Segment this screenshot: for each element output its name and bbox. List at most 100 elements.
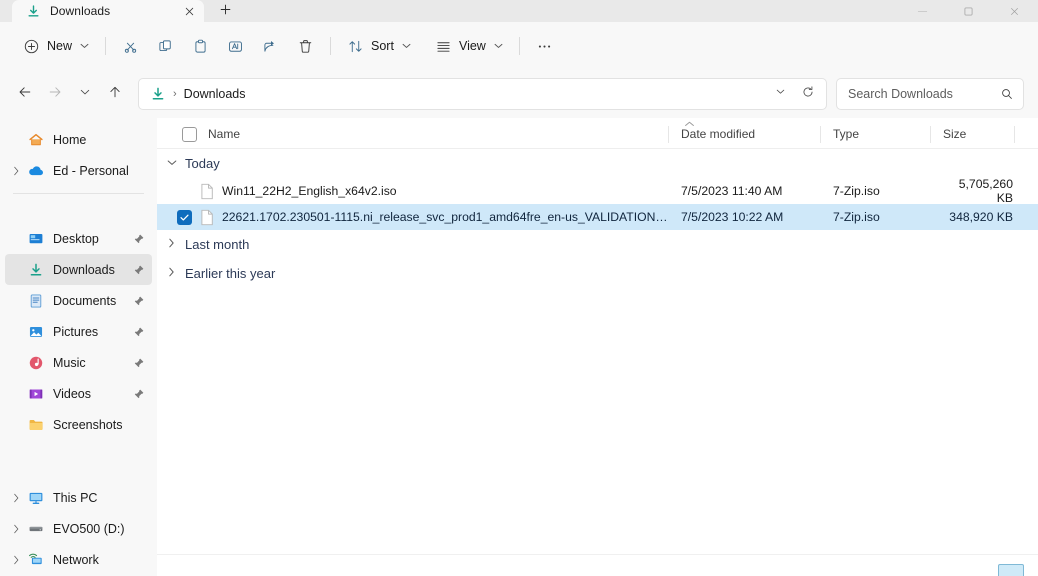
plus-icon <box>219 3 232 21</box>
sidebar-item-label: Downloads <box>53 262 115 277</box>
search-input[interactable]: Search Downloads <box>848 87 1000 101</box>
pictures-icon <box>27 323 44 340</box>
sidebar-item-pictures[interactable]: Pictures <box>5 316 152 347</box>
chevron-right-icon[interactable] <box>5 524 27 534</box>
sidebar-item-home[interactable]: Home <box>5 124 152 155</box>
chevron-right-icon[interactable] <box>165 267 178 280</box>
sidebar-item-label: Videos <box>53 386 91 401</box>
column-header-type-label: Type <box>833 127 860 141</box>
chevron-down-icon <box>80 42 89 51</box>
music-icon <box>27 354 44 371</box>
more-options-button[interactable] <box>527 30 562 62</box>
breadcrumb-history-button[interactable] <box>766 80 794 108</box>
sidebar-item-this-pc[interactable]: This PC <box>5 482 152 513</box>
minimize-button[interactable] <box>899 0 945 22</box>
row-checkbox[interactable] <box>177 184 192 199</box>
file-name-cell[interactable]: 22621.1702.230501-1115.ni_release_svc_pr… <box>157 209 669 226</box>
sort-button[interactable]: Sort <box>338 30 420 62</box>
group-header-today[interactable]: Today <box>157 149 1038 178</box>
navigation-pane: Home Ed - Personal Desktop Downloads Doc… <box>0 118 157 576</box>
table-row[interactable]: Win11_22H2_English_x64v2.iso 7/5/2023 11… <box>157 177 1038 205</box>
recent-locations-button[interactable] <box>70 79 100 109</box>
trash-icon <box>297 38 314 55</box>
sidebar-item-screenshots[interactable]: Screenshots <box>5 409 152 440</box>
scissors-icon <box>122 38 139 55</box>
sidebar-item-label: Music <box>53 355 86 370</box>
column-header-date-label: Date modified <box>681 127 756 141</box>
details-view-icon[interactable] <box>998 564 1024 576</box>
breadcrumb-bar[interactable]: › Downloads <box>138 78 827 110</box>
group-label: Earlier this year <box>185 266 276 281</box>
refresh-icon <box>801 85 815 104</box>
chevron-down-icon <box>78 85 92 104</box>
drive-icon <box>27 520 44 537</box>
file-name-cell[interactable]: Win11_22H2_English_x64v2.iso <box>157 183 669 200</box>
magnifier-icon <box>1000 87 1014 101</box>
rename-button[interactable] <box>218 30 253 62</box>
pin-icon[interactable] <box>132 357 146 369</box>
pin-icon[interactable] <box>132 388 146 400</box>
delete-button[interactable] <box>288 30 323 62</box>
onedrive-cloud-icon <box>27 162 44 179</box>
sidebar-item-videos[interactable]: Videos <box>5 378 152 409</box>
chevron-right-icon[interactable] <box>5 166 27 176</box>
paste-button[interactable] <box>183 30 218 62</box>
sidebar-item-network[interactable]: Network <box>5 544 152 575</box>
tab-downloads[interactable]: Downloads <box>12 0 204 22</box>
pin-icon[interactable] <box>132 295 146 307</box>
paste-icon <box>192 38 209 55</box>
desktop-icon <box>27 230 44 247</box>
cut-button[interactable] <box>113 30 148 62</box>
new-tab-button[interactable] <box>208 2 242 22</box>
command-bar: New Sort View <box>0 22 1038 70</box>
breadcrumb-downloads[interactable]: Downloads <box>184 87 246 101</box>
sidebar-item-label: This PC <box>53 490 98 505</box>
new-button[interactable]: New <box>14 30 98 62</box>
pin-icon[interactable] <box>132 233 146 245</box>
sidebar-item-desktop[interactable]: Desktop <box>5 223 152 254</box>
column-header-size[interactable]: Size <box>931 120 1015 149</box>
column-header-name[interactable]: Name <box>157 120 669 149</box>
file-explorer-window: Downloads New Sort View › Downloads Sear… <box>0 0 1038 576</box>
chevron-right-icon[interactable] <box>5 493 27 503</box>
view-button[interactable]: View <box>426 30 512 62</box>
sidebar-item-music[interactable]: Music <box>5 347 152 378</box>
share-button[interactable] <box>253 30 288 62</box>
pin-icon[interactable] <box>132 326 146 338</box>
file-name: Win11_22H2_English_x64v2.iso <box>222 184 397 198</box>
copy-button[interactable] <box>148 30 183 62</box>
sidebar-item-label: Screenshots <box>53 417 123 432</box>
sidebar-item-label: Ed - Personal <box>53 163 129 178</box>
file-rows: Today Win11_22H2_English_x64v2.iso 7/5/2… <box>157 149 1038 554</box>
table-row[interactable]: 22621.1702.230501-1115.ni_release_svc_pr… <box>157 204 1038 230</box>
column-header-date-modified[interactable]: Date modified <box>669 120 821 149</box>
sort-arrows-icon <box>347 38 364 55</box>
group-header-last-month[interactable]: Last month <box>157 230 1038 259</box>
close-icon[interactable] <box>180 2 198 20</box>
sidebar-item-downloads[interactable]: Downloads <box>5 254 152 285</box>
sidebar-item-label: EVO500 (D:) <box>53 521 125 536</box>
sidebar-item-label: Desktop <box>53 231 99 246</box>
close-button[interactable] <box>991 0 1038 22</box>
refresh-button[interactable] <box>794 80 822 108</box>
sidebar-item-evo500-d[interactable]: EVO500 (D:) <box>5 513 152 544</box>
sidebar-item-ed-personal[interactable]: Ed - Personal <box>5 155 152 186</box>
forward-button[interactable] <box>40 79 70 109</box>
select-all-checkbox[interactable] <box>182 126 197 142</box>
pin-icon[interactable] <box>132 264 146 276</box>
up-button[interactable] <box>100 79 130 109</box>
group-header-earlier-this-year[interactable]: Earlier this year <box>157 259 1038 288</box>
download-icon <box>150 86 166 102</box>
chevron-down-icon <box>774 85 787 103</box>
group-label: Last month <box>185 237 250 252</box>
chevron-right-icon[interactable] <box>5 555 27 565</box>
maximize-button[interactable] <box>945 0 991 22</box>
explorer-body: Home Ed - Personal Desktop Downloads Doc… <box>0 118 1038 576</box>
back-button[interactable] <box>10 79 40 109</box>
chevron-down-icon[interactable] <box>165 158 178 169</box>
sidebar-item-documents[interactable]: Documents <box>5 285 152 316</box>
column-header-type[interactable]: Type <box>821 120 931 149</box>
row-checkbox[interactable] <box>177 209 192 225</box>
search-box[interactable]: Search Downloads <box>836 78 1024 110</box>
chevron-right-icon[interactable] <box>165 238 178 251</box>
